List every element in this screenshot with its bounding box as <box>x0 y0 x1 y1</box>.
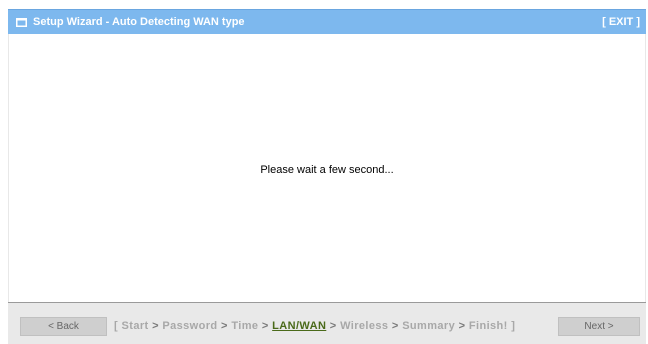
step-separator: > <box>391 320 399 332</box>
wait-message: Please wait a few second... <box>260 164 394 176</box>
back-button[interactable]: < Back <box>20 317 107 336</box>
top-margin <box>0 0 648 9</box>
steps-open-bracket: [ <box>114 320 119 332</box>
next-button[interactable]: Next > <box>558 317 640 336</box>
content-area: Please wait a few second... <box>8 34 646 302</box>
window-icon <box>16 17 27 27</box>
wizard-steps: [ Start > Password > Time > LAN/WAN > Wi… <box>114 320 515 332</box>
step-separator: > <box>458 320 466 332</box>
exit-button[interactable]: [ EXIT ] <box>602 16 640 28</box>
window-title: Setup Wizard - Auto Detecting WAN type <box>33 16 245 28</box>
step-separator: > <box>329 320 337 332</box>
step-separator: > <box>152 320 159 332</box>
step-separator: > <box>261 320 269 332</box>
step-time: Time <box>231 320 259 332</box>
step-wireless: Wireless <box>340 320 389 332</box>
step-summary: Summary <box>402 320 456 332</box>
step-separator: > <box>221 320 228 332</box>
step-finish: Finish! <box>468 320 508 332</box>
step-start: Start <box>121 320 149 332</box>
wizard-footer: < Back [ Start > Password > Time > LAN/W… <box>8 302 646 344</box>
step-password: Password <box>162 320 218 332</box>
step-lan-wan[interactable]: LAN/WAN <box>272 320 326 332</box>
title-bar: Setup Wizard - Auto Detecting WAN type [… <box>8 9 646 34</box>
steps-close-bracket: ] <box>511 320 516 332</box>
